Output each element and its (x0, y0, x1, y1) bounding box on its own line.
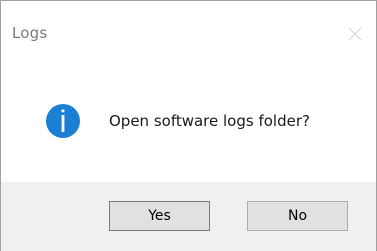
message-dialog: Logs Open software logs folder? Yes No (0, 0, 377, 251)
close-button[interactable] (344, 23, 366, 45)
close-icon (348, 27, 362, 41)
no-button[interactable]: No (247, 201, 348, 231)
yes-button[interactable]: Yes (109, 201, 210, 231)
dialog-content: Open software logs folder? (1, 67, 376, 182)
info-icon (46, 104, 80, 138)
dialog-message: Open software logs folder? (109, 112, 310, 130)
dialog-title: Logs (12, 24, 48, 42)
button-bar: Yes No (1, 182, 376, 251)
no-button-label: No (287, 208, 308, 224)
title-bar: Logs (1, 1, 376, 67)
yes-button-label: Yes (148, 208, 171, 224)
